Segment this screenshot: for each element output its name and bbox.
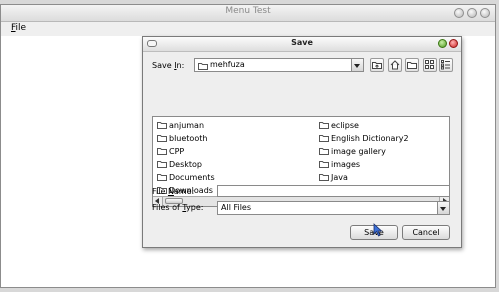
new-folder-button[interactable]	[405, 58, 419, 72]
files-of-type-value: All Files	[221, 203, 252, 212]
dialog-close-icon[interactable]	[449, 39, 458, 48]
maximize-button[interactable]	[467, 8, 477, 18]
window-titlebar[interactable]: Menu Test	[1, 5, 495, 22]
file-list-item-label: Desktop	[169, 160, 202, 169]
save-in-label: Save In:	[152, 61, 185, 70]
save-in-value: mehfuza	[210, 60, 245, 69]
save-dialog: Save Save In: mehfuza anjuman bluetooth CP…	[142, 36, 462, 248]
file-list-item[interactable]: Documents	[157, 172, 215, 183]
cancel-button[interactable]: Cancel	[402, 225, 450, 240]
file-list-item-label: images	[331, 160, 361, 169]
file-list-item[interactable]: CPP	[157, 146, 184, 157]
file-list-item[interactable]: English Dictionary2	[319, 133, 409, 144]
mouse-cursor-icon	[373, 223, 383, 237]
dialog-titlebar[interactable]: Save	[143, 37, 461, 52]
close-button[interactable]	[480, 8, 490, 18]
new-folder-icon	[407, 62, 417, 69]
up-one-level-button[interactable]	[370, 58, 384, 72]
folder-icon	[319, 174, 329, 181]
file-list-item[interactable]: anjuman	[157, 120, 204, 131]
files-of-type-combo[interactable]: All Files	[217, 201, 450, 215]
folder-icon	[157, 122, 167, 129]
file-name-mnemonic: N	[167, 187, 174, 196]
file-list-item[interactable]: images	[319, 159, 360, 170]
file-list-item-label: English Dictionary2	[331, 134, 409, 143]
details-view-icon	[441, 60, 450, 70]
folder-icon	[198, 63, 208, 70]
file-list-item[interactable]: Desktop	[157, 159, 202, 170]
dialog-title: Save	[291, 38, 313, 47]
file-name-label: File Name:	[152, 187, 195, 196]
folder-up-icon	[372, 62, 382, 69]
list-view-icon	[425, 60, 434, 69]
list-view-button[interactable]	[423, 58, 437, 72]
file-list-item[interactable]: image gallery	[319, 146, 386, 157]
folder-icon	[319, 135, 329, 142]
window-title: Menu Test	[225, 6, 271, 16]
folder-icon	[157, 174, 167, 181]
files-of-type-label: Files of Type:	[152, 203, 204, 212]
chevron-down-icon[interactable]	[351, 59, 363, 71]
files-of-type-mnemonic: T	[182, 203, 186, 212]
window-controls	[454, 8, 490, 18]
folder-icon	[319, 161, 329, 168]
home-button[interactable]	[388, 58, 402, 72]
save-in-combo[interactable]: mehfuza	[194, 58, 364, 72]
file-list-item-label: anjuman	[169, 121, 205, 130]
file-list-item-label: Documents	[169, 173, 215, 182]
home-icon	[390, 60, 400, 70]
menu-file-label: ile	[15, 23, 27, 33]
menu-file[interactable]: File	[11, 23, 26, 33]
file-list-item-label: bluetooth	[169, 134, 208, 143]
file-list-item[interactable]: Java	[319, 172, 348, 183]
details-view-button[interactable]	[439, 58, 453, 72]
dialog-maximize-icon[interactable]	[438, 39, 447, 48]
file-list-item-label: CPP	[169, 147, 185, 156]
folder-icon	[157, 148, 167, 155]
folder-icon	[157, 135, 167, 142]
file-list-item-label: image gallery	[331, 147, 386, 156]
menu-bar: File	[1, 22, 495, 36]
minimize-button[interactable]	[454, 8, 464, 18]
file-list-item[interactable]: eclipse	[319, 120, 359, 131]
folder-icon	[319, 148, 329, 155]
file-list-item[interactable]: bluetooth	[157, 133, 207, 144]
save-in-mnemonic: I	[174, 61, 177, 70]
file-list-item-label: Java	[331, 173, 348, 182]
folder-icon	[319, 122, 329, 129]
chevron-down-icon[interactable]	[437, 202, 449, 214]
file-name-input[interactable]	[217, 185, 450, 197]
file-list-item-label: eclipse	[331, 121, 359, 130]
folder-icon	[157, 161, 167, 168]
